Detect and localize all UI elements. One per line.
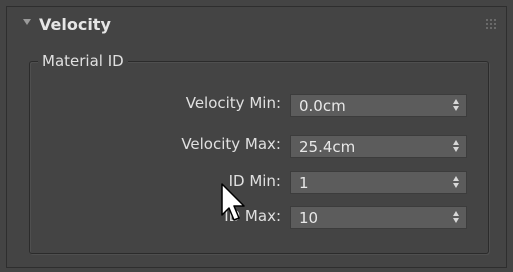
rollout-title[interactable]: Velocity — [39, 15, 111, 34]
arrow-down-icon[interactable] — [453, 183, 459, 188]
velocity-max-value[interactable]: 25.4cm — [299, 137, 355, 157]
arrow-up-icon[interactable] — [453, 176, 459, 181]
spinner-arrows-icon[interactable] — [453, 99, 461, 112]
arrow-up-icon[interactable] — [453, 211, 459, 216]
id-max-value[interactable]: 10 — [299, 208, 318, 228]
arrow-down-icon[interactable] — [453, 106, 459, 111]
id-min-value[interactable]: 1 — [299, 173, 309, 193]
spinner-arrows-icon[interactable] — [453, 176, 461, 189]
velocity-min-spinner[interactable]: 0.0cm — [290, 94, 467, 117]
arrow-down-icon[interactable] — [453, 218, 459, 223]
velocity-min-label: Velocity Min: — [185, 94, 281, 112]
rollout-header[interactable]: Velocity — [7, 7, 506, 43]
grip-dots-icon[interactable] — [486, 19, 496, 29]
spinner-arrows-icon[interactable] — [453, 211, 461, 224]
arrow-up-icon[interactable] — [453, 140, 459, 145]
arrow-up-icon[interactable] — [453, 99, 459, 104]
velocity-max-label: Velocity Max: — [181, 135, 281, 153]
group-title: Material ID — [38, 52, 128, 70]
arrow-down-icon[interactable] — [453, 147, 459, 152]
spinner-arrows-icon[interactable] — [453, 140, 461, 153]
command-panel: Velocity Material ID Velocity Min: 0.0cm… — [0, 0, 513, 272]
id-max-spinner[interactable]: 10 — [290, 206, 467, 229]
triangle-down-icon[interactable] — [23, 19, 31, 25]
velocity-max-spinner[interactable]: 25.4cm — [290, 135, 467, 158]
id-min-spinner[interactable]: 1 — [290, 171, 467, 194]
mouse-pointer-icon — [221, 183, 245, 221]
velocity-min-value[interactable]: 0.0cm — [299, 96, 346, 116]
